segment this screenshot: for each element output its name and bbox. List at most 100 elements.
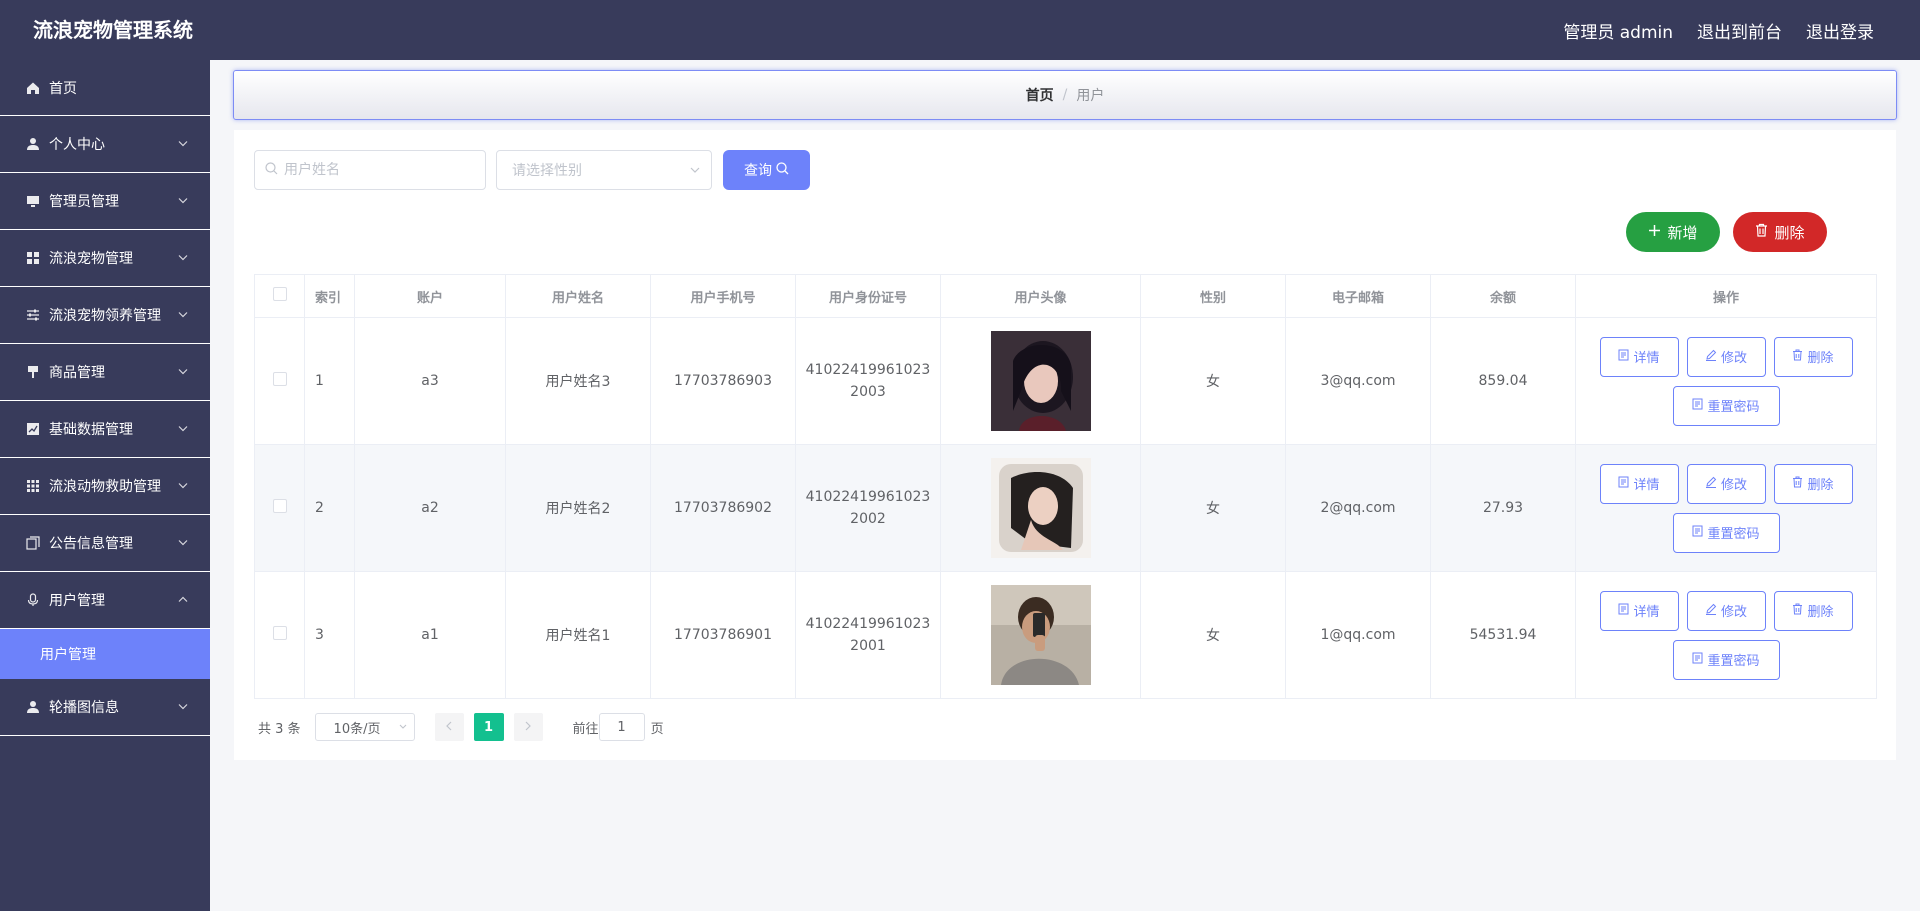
delete-button[interactable]: 删除 [1773, 590, 1853, 631]
email-cell: 1@qq.com [1285, 571, 1431, 699]
user-icon [25, 137, 40, 152]
row-checkbox[interactable] [272, 626, 287, 640]
detail-button[interactable]: 详情 [1599, 590, 1679, 631]
pagination: 共 3 条 10条/页 1 前往 页 [254, 713, 664, 741]
logout-link[interactable]: 退出登录 [1806, 18, 1874, 43]
sidebar-item-label: 流浪宠物领养管理 [49, 308, 161, 324]
admin-user-label: 管理员 admin [1563, 22, 1673, 43]
copy-icon [25, 536, 40, 551]
document-icon [1692, 398, 1703, 414]
balance-cell: 27.93 [1430, 444, 1576, 572]
reset-password-button[interactable]: 重置密码 [1672, 639, 1780, 680]
sidebar-item-notice[interactable]: 公告信息管理 [0, 515, 210, 572]
detail-button[interactable]: 详情 [1599, 463, 1679, 504]
document-icon [1618, 603, 1629, 619]
account-cell: a1 [354, 571, 506, 699]
column-header: 性别 [1140, 274, 1286, 318]
row-checkbox[interactable] [272, 499, 287, 513]
to-front-link[interactable]: 退出到前台 [1697, 18, 1782, 43]
sidebar-item-personal-center[interactable]: 个人中心 [0, 116, 210, 173]
chevron-down-icon [178, 139, 188, 150]
document-icon [1618, 476, 1629, 492]
prev-page-button[interactable] [434, 713, 464, 741]
app-title: 流浪宠物管理系统 [33, 18, 193, 42]
sidebar-item-admin[interactable]: 管理员管理 [0, 173, 210, 230]
add-button[interactable]: 新增 [1626, 212, 1720, 252]
page-suffix: 页 [650, 721, 664, 737]
avatar [990, 331, 1091, 431]
delete-label: 删除 [1807, 605, 1834, 620]
sidebar-item-label: 个人中心 [49, 137, 105, 153]
brush-icon [25, 365, 40, 380]
detail-button[interactable]: 详情 [1599, 336, 1679, 377]
name-cell: 用户姓名2 [505, 444, 651, 572]
reset-password-button[interactable]: 重置密码 [1672, 512, 1780, 553]
name-search-input[interactable] [284, 162, 474, 178]
gender-select[interactable]: 请选择性别 [496, 150, 712, 190]
main-panel: 请选择性别 查询 新增 删除 索引 账户 用户姓名 用户手机号 用户身份证号 用… [234, 130, 1896, 760]
phone-cell: 17703786901 [650, 571, 796, 699]
trash-icon [1755, 223, 1768, 241]
user-icon [25, 700, 40, 715]
edit-button[interactable]: 修改 [1686, 590, 1766, 631]
index-cell: 3 [304, 571, 355, 699]
sidebar-item-home[interactable]: 首页 [0, 60, 210, 116]
edit-button[interactable]: 修改 [1686, 336, 1766, 377]
sidebar-item-base-data[interactable]: 基础数据管理 [0, 401, 210, 458]
balance-cell: 859.04 [1430, 317, 1576, 445]
row-checkbox[interactable] [272, 372, 287, 386]
column-header: 操作 [1575, 274, 1877, 318]
sidebar-subitem-user-management[interactable]: 用户管理 [0, 629, 210, 679]
breadcrumb-separator: / [1062, 87, 1068, 103]
chevron-down-icon [178, 424, 188, 435]
plus-icon [1648, 223, 1661, 241]
delete-button[interactable]: 删除 [1773, 463, 1853, 504]
column-header: 用户身份证号 [795, 274, 941, 318]
sidebar-item-carousel[interactable]: 轮播图信息 [0, 679, 210, 736]
edit-button[interactable]: 修改 [1686, 463, 1766, 504]
account-cell: a3 [354, 317, 506, 445]
chevron-down-icon [178, 481, 188, 492]
chevron-right-icon [524, 720, 532, 735]
sidebar-item-goods[interactable]: 商品管理 [0, 344, 210, 401]
batch-delete-button[interactable]: 删除 [1733, 212, 1827, 252]
index-cell: 1 [304, 317, 355, 445]
delete-button[interactable]: 删除 [1773, 336, 1853, 377]
query-button[interactable]: 查询 [723, 150, 810, 190]
search-icon [776, 161, 789, 179]
breadcrumb-home[interactable]: 首页 [1026, 85, 1054, 105]
trash-icon [1792, 603, 1803, 619]
account-cell: a2 [354, 444, 506, 572]
phone-cell: 17703786903 [650, 317, 796, 445]
avatar-cell [940, 444, 1141, 572]
sidebar-item-rescue[interactable]: 流浪动物救助管理 [0, 458, 210, 515]
sidebar-item-label: 管理员管理 [49, 194, 119, 210]
sidebar-item-pets[interactable]: 流浪宠物管理 [0, 230, 210, 287]
page-size-select[interactable]: 10条/页 [314, 713, 415, 741]
query-button-label: 查询 [744, 163, 772, 179]
edit-label: 修改 [1720, 478, 1747, 493]
name-search-field[interactable] [254, 150, 486, 190]
chevron-down-icon [398, 721, 408, 737]
select-all-checkbox[interactable] [272, 287, 287, 301]
monitor-icon [25, 194, 40, 209]
page-number-current[interactable]: 1 [473, 713, 504, 741]
avatar [990, 458, 1091, 558]
sliders-icon [25, 308, 40, 323]
sidebar: 首页 个人中心 管理员管理 流浪宠物管理 流浪宠物领养管理 商品管理 基础数据管… [0, 60, 210, 911]
column-header: 电子邮箱 [1285, 274, 1431, 318]
next-page-button[interactable] [513, 713, 543, 741]
sidebar-item-adoption[interactable]: 流浪宠物领养管理 [0, 287, 210, 344]
ops-cell: 详情 修改 删除 重置密码 [1575, 317, 1877, 445]
document-icon [1692, 652, 1703, 668]
reset-password-button[interactable]: 重置密码 [1672, 385, 1780, 426]
sidebar-item-label: 商品管理 [49, 365, 105, 381]
search-icon [265, 161, 278, 179]
goto-page-input[interactable] [598, 713, 645, 741]
sidebar-item-label: 基础数据管理 [49, 422, 133, 438]
detail-label: 详情 [1633, 351, 1660, 366]
gender-cell: 女 [1140, 571, 1286, 699]
chevron-down-icon [178, 538, 188, 549]
sidebar-item-users[interactable]: 用户管理 [0, 572, 210, 629]
reset-password-label: 重置密码 [1707, 400, 1760, 415]
